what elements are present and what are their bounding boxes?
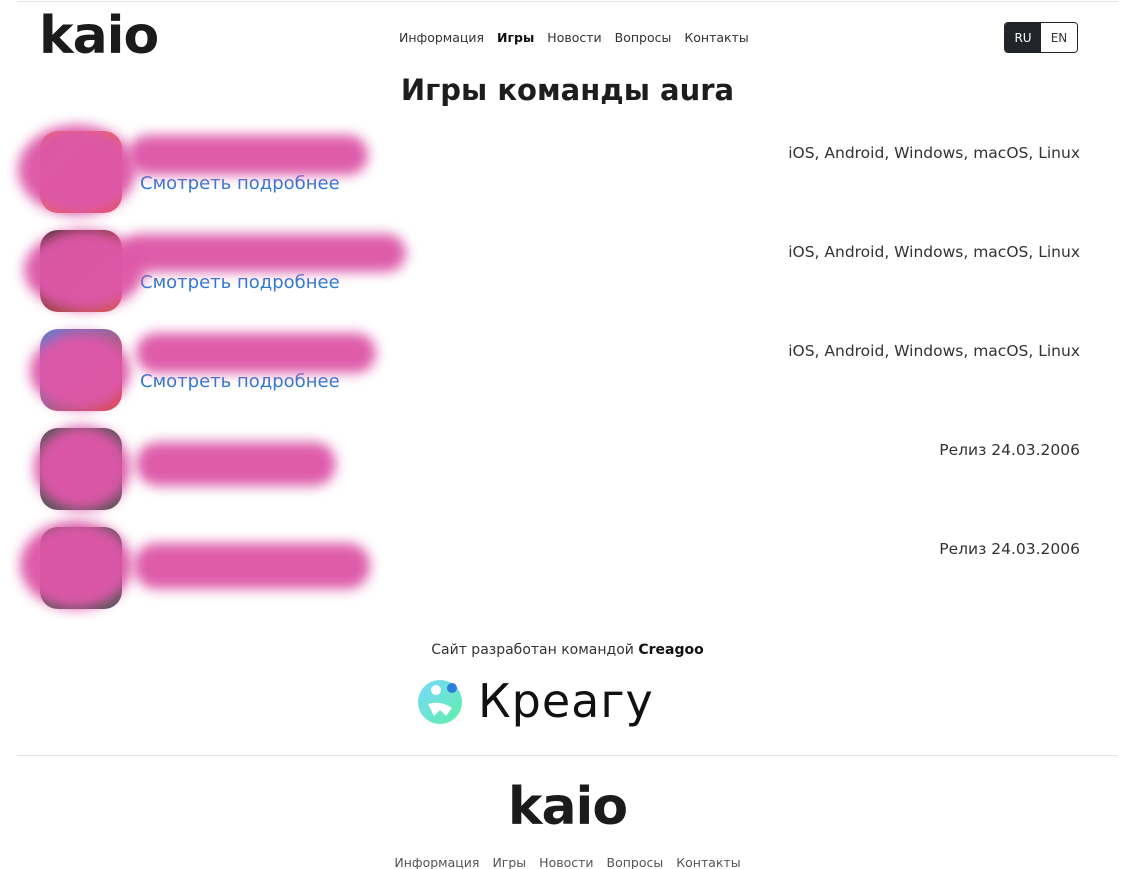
credits-text: Сайт разработан командой Creagoo — [0, 642, 1135, 658]
game-item: Смотреть подробнее iOS, Android, Windows… — [18, 125, 1080, 215]
game-platforms: iOS, Android, Windows, macOS, Linux — [788, 243, 1080, 261]
redaction-mark — [34, 426, 130, 510]
main-nav: Информация Игры Новости Вопросы Контакты — [399, 30, 749, 45]
game-platforms: Релиз 24.03.2006 — [939, 540, 1080, 558]
nav-item-info[interactable]: Информация — [399, 30, 484, 45]
page: kaio Информация Игры Новости Вопросы Кон… — [0, 0, 1135, 869]
creagoo-wordmark: Креагу — [478, 674, 654, 728]
credits-label: Сайт разработан командой — [431, 642, 634, 658]
game-platforms: iOS, Android, Windows, macOS, Linux — [788, 144, 1080, 162]
redaction-mark — [136, 442, 336, 486]
credits-team[interactable]: Creagoo — [638, 642, 703, 658]
creagoo-mark-icon — [418, 680, 462, 724]
game-platforms: Релиз 24.03.2006 — [939, 441, 1080, 459]
lang-ru-button[interactable]: RU — [1005, 23, 1041, 52]
redaction-mark — [120, 234, 406, 272]
game-more-link[interactable]: Смотреть подробнее — [140, 272, 340, 293]
game-item: Релиз 24.03.2006 — [34, 426, 1080, 512]
game-platforms: iOS, Android, Windows, macOS, Linux — [788, 342, 1080, 360]
nav-item-games[interactable]: Игры — [497, 30, 534, 45]
footer-nav: Информация Игры Новости Вопросы Контакты — [0, 855, 1135, 869]
redaction-mark — [18, 125, 136, 215]
nav-item-news[interactable]: Новости — [547, 30, 601, 45]
footer-logo[interactable]: kaio — [0, 776, 1135, 838]
site-logo[interactable]: kaio — [39, 5, 159, 67]
nav-item-contacts[interactable]: Контакты — [684, 30, 748, 45]
footer-nav-news[interactable]: Новости — [539, 855, 593, 869]
game-more-link[interactable]: Смотреть подробнее — [140, 173, 340, 194]
page-title: Игры команды aura — [400, 73, 735, 107]
game-more-link[interactable]: Смотреть подробнее — [140, 371, 340, 392]
lang-en-button[interactable]: EN — [1041, 23, 1077, 52]
top-divider — [17, 1, 1118, 2]
footer-nav-contacts[interactable]: Контакты — [676, 855, 740, 869]
game-item: Смотреть подробнее iOS, Android, Windows… — [30, 329, 1080, 413]
nav-item-faq[interactable]: Вопросы — [615, 30, 672, 45]
redaction-mark — [20, 521, 132, 609]
footer-nav-games[interactable]: Игры — [492, 855, 526, 869]
footer-divider — [17, 755, 1118, 756]
redaction-mark — [30, 333, 130, 409]
footer-nav-faq[interactable]: Вопросы — [607, 855, 664, 869]
creagoo-logo[interactable]: Креагу — [416, 676, 654, 726]
footer-nav-info[interactable]: Информация — [394, 855, 479, 869]
language-switcher: RU EN — [1004, 22, 1078, 53]
game-item: Смотреть подробнее iOS, Android, Windows… — [24, 230, 1080, 314]
redaction-mark — [134, 543, 370, 589]
game-item: Релиз 24.03.2006 — [20, 521, 1080, 611]
redaction-mark — [128, 135, 368, 175]
redaction-mark — [136, 333, 376, 373]
